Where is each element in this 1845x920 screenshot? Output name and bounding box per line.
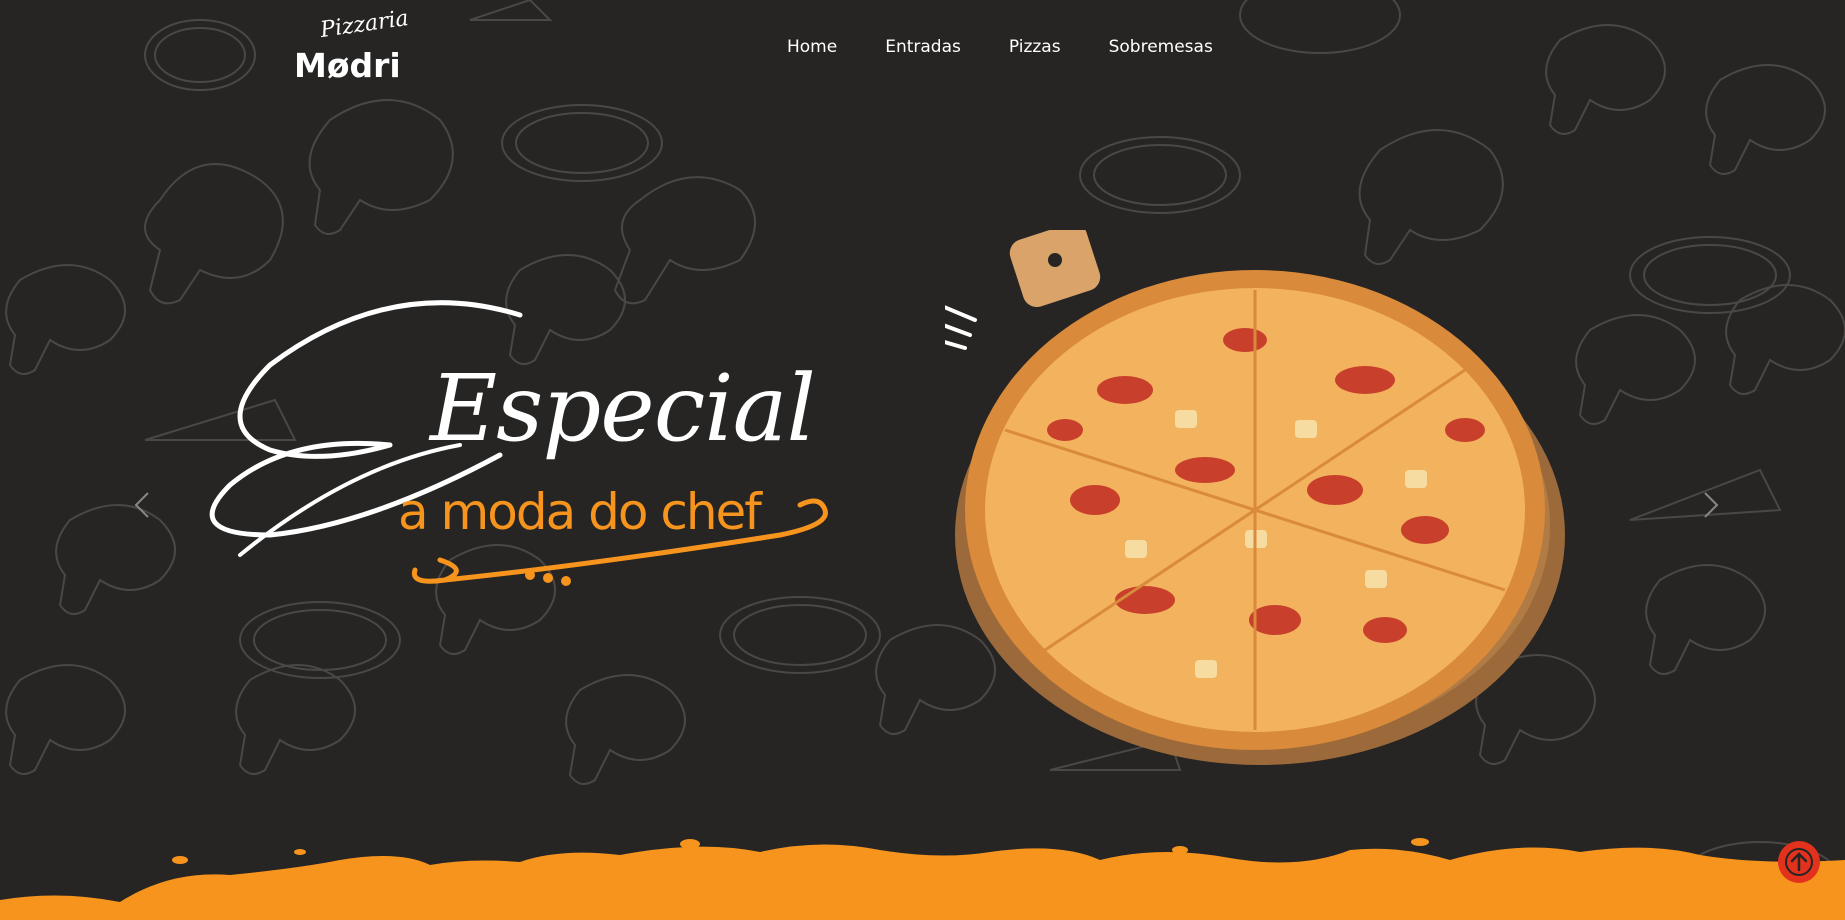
scroll-to-top-button[interactable] [1778, 841, 1820, 883]
chevron-left-icon [134, 492, 149, 518]
main-nav: Home Entradas Pizzas Sobremesas [787, 37, 1213, 57]
brand-logo-script: Pizzaria [318, 5, 411, 44]
brand-logo-name: Mødri [294, 46, 401, 85]
nav-link-sobremesas[interactable]: Sobremesas [1109, 37, 1213, 57]
navbar: Pizzaria Mødri Home Entradas Pizzas Sobr… [0, 0, 1845, 100]
carousel-prev-button[interactable] [128, 485, 158, 525]
carousel-next-button[interactable] [1695, 485, 1725, 525]
brand-logo[interactable]: Pizzaria Mødri [290, 5, 411, 88]
hero-title-script: Especial [430, 355, 816, 462]
nav-link-pizzas[interactable]: Pizzas [1009, 37, 1061, 57]
nav-link-entradas[interactable]: Entradas [885, 37, 961, 57]
hero-pizza-image [873, 222, 1565, 770]
arrow-up-icon [1785, 848, 1813, 876]
nav-link-home[interactable]: Home [787, 37, 837, 57]
motion-lines [873, 278, 977, 350]
chevron-right-icon [1704, 492, 1719, 518]
orange-paint-splash [0, 838, 1845, 920]
hero-title: Especial a moda do chef [170, 285, 850, 605]
hero-subtitle: a moda do chef [398, 483, 762, 541]
mushroom-sketch [144, 163, 284, 305]
